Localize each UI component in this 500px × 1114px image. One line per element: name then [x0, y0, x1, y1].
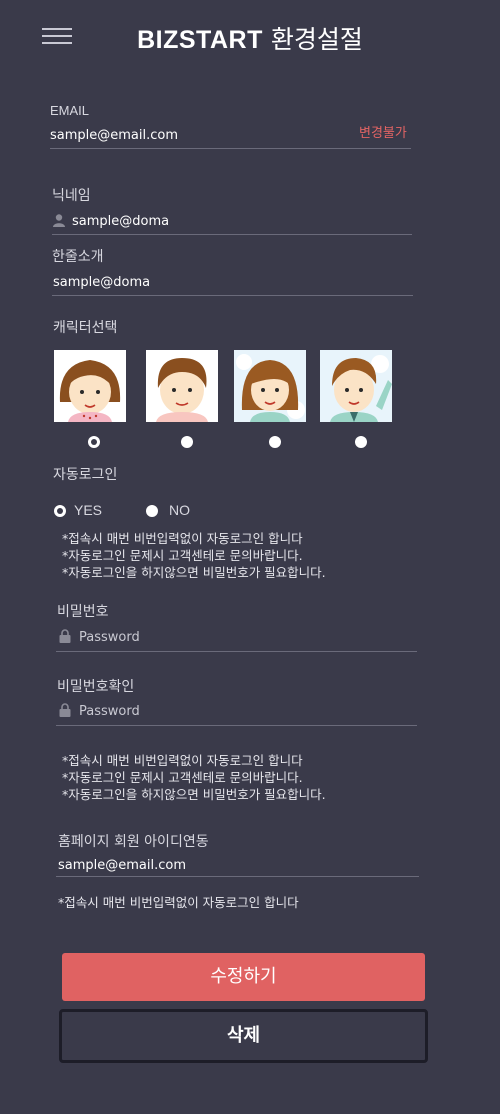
delete-button[interactable]: 삭제 [59, 1009, 428, 1063]
email-label: EMAIL [50, 103, 90, 118]
homepage-link-input[interactable] [58, 856, 408, 874]
email-value: sample@email.com [50, 128, 179, 143]
girl-character-avatar[interactable] [54, 350, 126, 422]
nickname-underline [52, 234, 412, 235]
password-note-3: *자동로그인을 하지않으면 비밀번호가 필요합니다. [62, 787, 326, 802]
nickname-label: 닉네임 [52, 188, 91, 204]
user-icon [53, 214, 65, 227]
autologin-note-2: *자동로그인 문제시 고객센테로 문의바랍니다. [62, 548, 303, 563]
page-subtitle: 환경설절 [270, 25, 363, 54]
password-input[interactable] [79, 628, 409, 646]
nickname-input[interactable] [72, 212, 402, 230]
homepage-link-note: *접속시 매번 비번입력없이 자동로그인 합니다 [58, 895, 299, 910]
password-confirm-label: 비밀번호확인 [57, 679, 135, 695]
lock-icon [59, 629, 71, 643]
autologin-yes-label[interactable]: YES [74, 502, 102, 518]
lock-icon [59, 703, 71, 717]
password-confirm-input[interactable] [79, 702, 409, 720]
character-radio-2[interactable] [181, 436, 193, 448]
girl-character-2-avatar[interactable] [234, 350, 306, 422]
homepage-link-label: 홈페이지 회원 아이디연동 [58, 834, 209, 850]
autologin-yes-radio[interactable] [54, 505, 66, 517]
password-notes: *접속시 매번 비번입력없이 자동로그인 합니다 *자동로그인 문제시 고객센테… [62, 752, 326, 803]
email-unchangeable-note: 변경불가 [359, 126, 407, 141]
character-radio-3[interactable] [269, 436, 281, 448]
autologin-no-label[interactable]: NO [169, 502, 190, 518]
autologin-notes: *접속시 매번 비번입력없이 자동로그인 합니다 *자동로그인 문제시 고객센테… [62, 530, 326, 581]
character-radio-4[interactable] [355, 436, 367, 448]
intro-label: 한줄소개 [52, 249, 104, 265]
save-button[interactable]: 수정하기 [62, 953, 425, 1001]
page-title: BIZSTART 환경설절 [0, 20, 500, 56]
brand-name: BIZSTART [137, 26, 263, 54]
character-label: 캐릭터선택 [53, 320, 118, 336]
boy-character-2-avatar[interactable] [320, 350, 392, 422]
homepage-link-underline [56, 876, 419, 877]
password-underline [56, 651, 417, 652]
autologin-label: 자동로그인 [53, 467, 118, 483]
autologin-note-1: *접속시 매번 비번입력없이 자동로그인 합니다 [62, 531, 303, 546]
password-label: 비밀번호 [57, 604, 109, 620]
autologin-note-3: *자동로그인을 하지않으면 비밀번호가 필요합니다. [62, 565, 326, 580]
intro-input[interactable] [53, 273, 403, 291]
intro-underline [52, 295, 413, 296]
password-note-1: *접속시 매번 비번입력없이 자동로그인 합니다 [62, 753, 303, 768]
password-note-2: *자동로그인 문제시 고객센테로 문의바랍니다. [62, 770, 303, 785]
email-underline [50, 148, 411, 149]
boy-character-avatar[interactable] [146, 350, 218, 422]
autologin-no-radio[interactable] [146, 505, 158, 517]
password-confirm-underline [56, 725, 417, 726]
character-radio-1[interactable] [88, 436, 100, 448]
